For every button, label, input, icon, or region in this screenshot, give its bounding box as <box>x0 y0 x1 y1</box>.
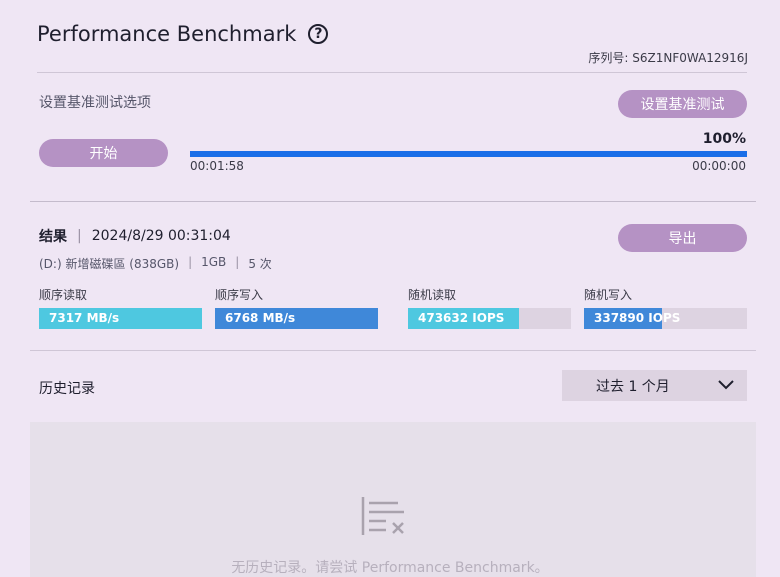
export-button[interactable]: 导出 <box>618 224 747 252</box>
chevron-down-icon <box>718 380 734 390</box>
test-runs: 5 次 <box>248 257 272 271</box>
metric-label-seq-read: 顺序读取 <box>39 288 88 302</box>
empty-list-icon <box>361 497 404 535</box>
start-button[interactable]: 开始 <box>39 139 168 167</box>
metric-label-rand-read: 随机读取 <box>408 288 457 302</box>
metric-bar-seq-read: 7317 MB/s <box>39 308 202 329</box>
separator: | <box>77 228 82 244</box>
metric-label-rand-write: 随机写入 <box>584 288 633 302</box>
results-header: 结果 | 2024/8/29 00:31:04 <box>39 226 231 246</box>
progress-bar <box>190 151 747 157</box>
metric-value: 473632 IOPS <box>418 311 505 325</box>
history-range-value: 过去 1 个月 <box>596 378 670 395</box>
divider <box>30 201 756 202</box>
remaining-time: 00:00:00 <box>692 159 746 173</box>
divider <box>30 350 756 351</box>
page-title: Performance Benchmark <box>37 22 297 46</box>
history-range-dropdown[interactable]: 过去 1 个月 <box>562 370 747 401</box>
options-label: 设置基准测试选项 <box>39 95 151 111</box>
results-label: 结果 <box>39 229 67 245</box>
test-config: (D:) 新增磁碟區 (838GB) | 1GB | 5 次 <box>39 255 272 272</box>
metric-value: 6768 MB/s <box>225 311 296 325</box>
setup-benchmark-button[interactable]: 设置基准测试 <box>618 90 747 118</box>
separator: | <box>235 255 240 269</box>
history-label: 历史记录 <box>39 381 95 397</box>
separator: | <box>188 255 193 269</box>
drive-info: (D:) 新增磁碟區 (838GB) <box>39 257 180 271</box>
serial-number: 序列号: S6Z1NF0WA12916J <box>588 51 748 65</box>
metric-bar-rand-read: 473632 IOPS <box>408 308 571 329</box>
page-title-row: Performance Benchmark ? <box>37 22 329 46</box>
progress-fill <box>190 151 747 157</box>
metric-label-seq-write: 顺序写入 <box>215 288 264 302</box>
test-size: 1GB <box>201 255 227 269</box>
metric-value: 337890 IOPS <box>594 311 681 325</box>
help-icon[interactable]: ? <box>308 24 329 44</box>
elapsed-time: 00:01:58 <box>190 159 244 173</box>
metric-bar-seq-write: 6768 MB/s <box>215 308 378 329</box>
progress-percent: 100% <box>702 131 746 147</box>
metric-bar-rand-write: 337890 IOPS <box>584 308 747 329</box>
results-timestamp: 2024/8/29 00:31:04 <box>91 228 231 244</box>
divider <box>37 72 747 73</box>
metric-value: 7317 MB/s <box>49 311 120 325</box>
empty-history-message: 无历史记录。请尝试 Performance Benchmark。 <box>231 560 549 576</box>
